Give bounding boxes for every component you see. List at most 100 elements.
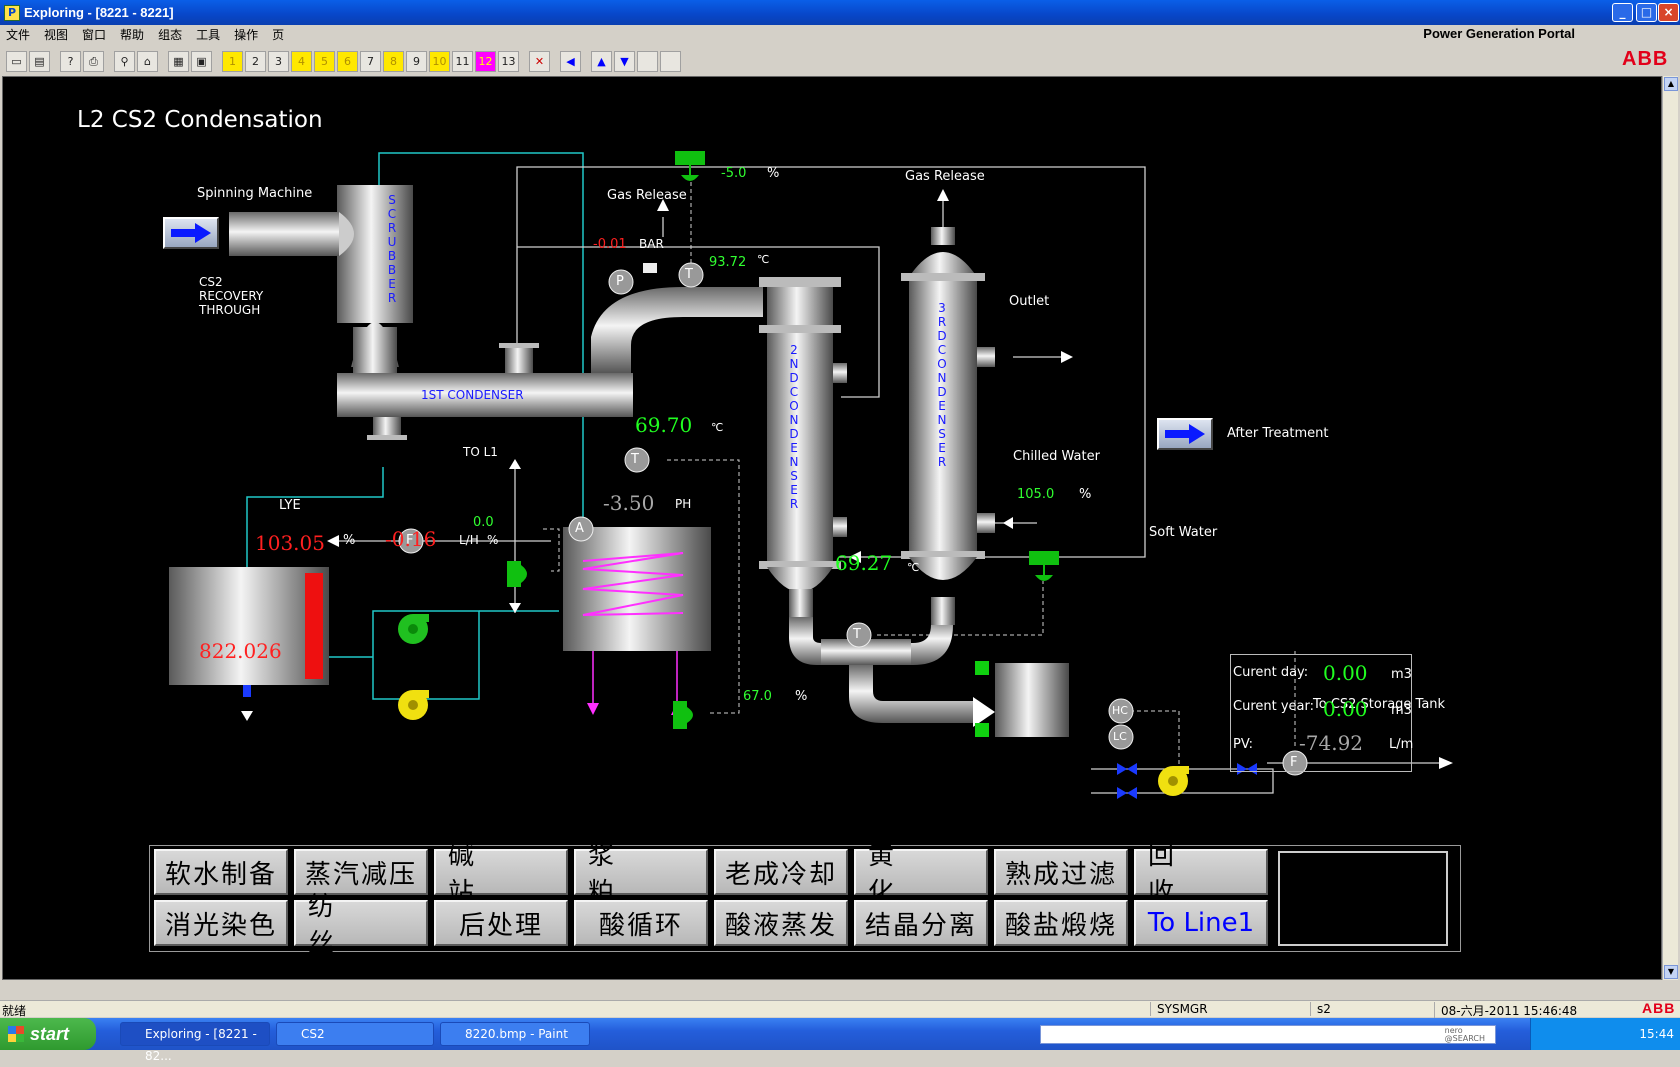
page-button-11[interactable]: 11 [452, 50, 473, 72]
right-arrow-icon [1165, 424, 1205, 444]
search-bar[interactable]: nero @SEARCH [1040, 1025, 1496, 1044]
lye-valve-value: 0.0 [473, 515, 494, 530]
up-icon[interactable]: ▲ [591, 50, 612, 72]
nav-spinning[interactable]: 纺丝 [294, 892, 428, 959]
nav-post-treatment[interactable]: 后处理 [434, 900, 568, 946]
down-icon[interactable]: ▼ [614, 50, 635, 72]
menu-view[interactable]: 视图 [44, 26, 68, 43]
label-lye: LYE [279, 498, 301, 513]
tank-value: 822.026 [199, 639, 282, 663]
nav-acid-evaporation[interactable]: 酸液蒸发 [714, 900, 848, 946]
hand-controller[interactable]: HC [1112, 704, 1128, 717]
level-controller[interactable]: LC [1113, 730, 1127, 743]
menu-window[interactable]: 窗口 [82, 26, 106, 43]
print-icon[interactable]: ⎙ [83, 50, 104, 72]
temp-pipe-value: 93.72 [709, 255, 747, 270]
temp-indicator-bottom[interactable]: T [853, 627, 861, 642]
page-button-10[interactable]: 10 [429, 50, 450, 72]
nav-crystal-separation[interactable]: 结晶分离 [854, 900, 988, 946]
start-button[interactable]: start [0, 1018, 96, 1050]
flow-totalizer-panel: Curent day: 0.00 m3 Curent year: 0.00 m3… [1230, 654, 1414, 772]
page-button-13[interactable]: 13 [498, 50, 519, 72]
close-button[interactable]: × [1658, 3, 1679, 22]
nav-xanthation[interactable]: 黄化 [854, 841, 988, 908]
nav-alkali-station[interactable]: 碱站 [434, 841, 568, 908]
temp-indicator-pipe[interactable]: T [685, 267, 693, 282]
menu-config[interactable]: 组态 [158, 26, 182, 43]
toolbar-blank-2[interactable] [660, 50, 681, 72]
task-exploring[interactable]: Exploring - [8221 - 82... [120, 1022, 270, 1063]
temp-indicator-heater[interactable]: T [631, 452, 639, 467]
pv-label: PV: [1233, 737, 1254, 752]
label-after-treatment: After Treatment [1227, 426, 1329, 441]
page-button-12[interactable]: 12 [475, 50, 496, 72]
menu-file[interactable]: 文件 [6, 26, 30, 43]
trend-icon[interactable]: ▦ [168, 50, 189, 72]
nav-aging-cooling[interactable]: 老成冷却 [714, 849, 848, 895]
task-cs2-folder[interactable]: CS2 [276, 1022, 434, 1046]
after-treatment-nav-button[interactable] [1157, 418, 1213, 450]
lye-flow-unit: L/H [459, 533, 479, 547]
menu-help[interactable]: 帮助 [120, 26, 144, 43]
current-day-value: 0.00 [1323, 661, 1368, 685]
menu-tools[interactable]: 工具 [196, 26, 220, 43]
lye-valve-unit: % [487, 533, 499, 547]
nav-acid-circulation[interactable]: 酸循环 [574, 900, 708, 946]
page-button-9[interactable]: 9 [406, 50, 427, 72]
vertical-scrollbar[interactable]: ▲ ▼ [1662, 76, 1678, 980]
pv-unit: L/m [1389, 737, 1414, 752]
ph-analyzer[interactable]: A [575, 521, 584, 536]
app-icon: P [4, 4, 20, 21]
nav-soft-water[interactable]: 软水制备 [154, 849, 288, 895]
nav-ripening-filter[interactable]: 熟成过滤 [994, 849, 1128, 895]
page-button-2[interactable]: 2 [245, 50, 266, 72]
home-icon[interactable]: ⌂ [137, 50, 158, 72]
back-icon[interactable]: ◀ [560, 50, 581, 72]
heater-valve-unit: % [795, 689, 808, 704]
new-icon[interactable]: ▭ [6, 50, 27, 72]
page-button-4[interactable]: 4 [291, 50, 312, 72]
alarm-silence-icon[interactable]: ✕ [529, 50, 550, 72]
page-button-5[interactable]: 5 [314, 50, 335, 72]
blank-panel [1278, 851, 1448, 946]
help-icon[interactable]: ? [60, 50, 81, 72]
maximize-button[interactable]: □ [1636, 3, 1657, 22]
page-button-3[interactable]: 3 [268, 50, 289, 72]
task-paint[interactable]: 8220.bmp - Paint [440, 1022, 590, 1046]
tank-level-unit: % [343, 533, 356, 548]
nav-to-line1[interactable]: To Line1 [1134, 900, 1268, 946]
label-first-condenser: 1ST CONDENSER [421, 388, 524, 402]
process-graphic: T P T A F T HC LC F L2 CS2 Condensation … [2, 76, 1662, 980]
scroll-up-icon[interactable]: ▲ [1664, 77, 1678, 91]
pressure-indicator[interactable]: P [616, 274, 624, 289]
temp-first-unit: ℃ [711, 421, 724, 434]
page-button-1[interactable]: 1 [222, 50, 243, 72]
menu-page[interactable]: 页 [272, 26, 284, 43]
current-year-label: Curent year: [1233, 699, 1314, 714]
nav-delustering-dyeing[interactable]: 消光染色 [154, 900, 288, 946]
valve-top-unit: % [767, 166, 780, 181]
status-user: SYSMGR [1150, 1002, 1208, 1016]
nav-pulp[interactable]: 浆粕 [574, 841, 708, 908]
page-button-8[interactable]: 8 [383, 50, 404, 72]
open-icon[interactable]: ▤ [29, 50, 50, 72]
nero-search-logo: nero @SEARCH [1444, 1026, 1485, 1043]
toolbar-blank-1[interactable] [637, 50, 658, 72]
display-icon[interactable]: ▣ [191, 50, 212, 72]
pressure-value: -0.01 [593, 237, 627, 252]
label-third-condenser: 3RD CONDENSER [937, 301, 947, 469]
status-abb-logo: ABB [1642, 1000, 1676, 1016]
page-button-7[interactable]: 7 [360, 50, 381, 72]
search-icon[interactable]: ⚲ [114, 50, 135, 72]
nav-salt-calcination[interactable]: 酸盐煅烧 [994, 900, 1128, 946]
current-day-label: Curent day: [1233, 665, 1309, 680]
temp-pipe-unit: ℃ [757, 253, 770, 266]
start-label: start [30, 1024, 70, 1044]
page-button-6[interactable]: 6 [337, 50, 358, 72]
scroll-down-icon[interactable]: ▼ [1664, 965, 1678, 979]
nav-recovery[interactable]: 回收 [1134, 841, 1268, 908]
minimize-button[interactable]: _ [1612, 3, 1633, 22]
spinning-machine-nav-button[interactable] [163, 217, 219, 249]
clock[interactable]: 15:44 [1639, 1027, 1674, 1041]
menu-operate[interactable]: 操作 [234, 26, 258, 43]
